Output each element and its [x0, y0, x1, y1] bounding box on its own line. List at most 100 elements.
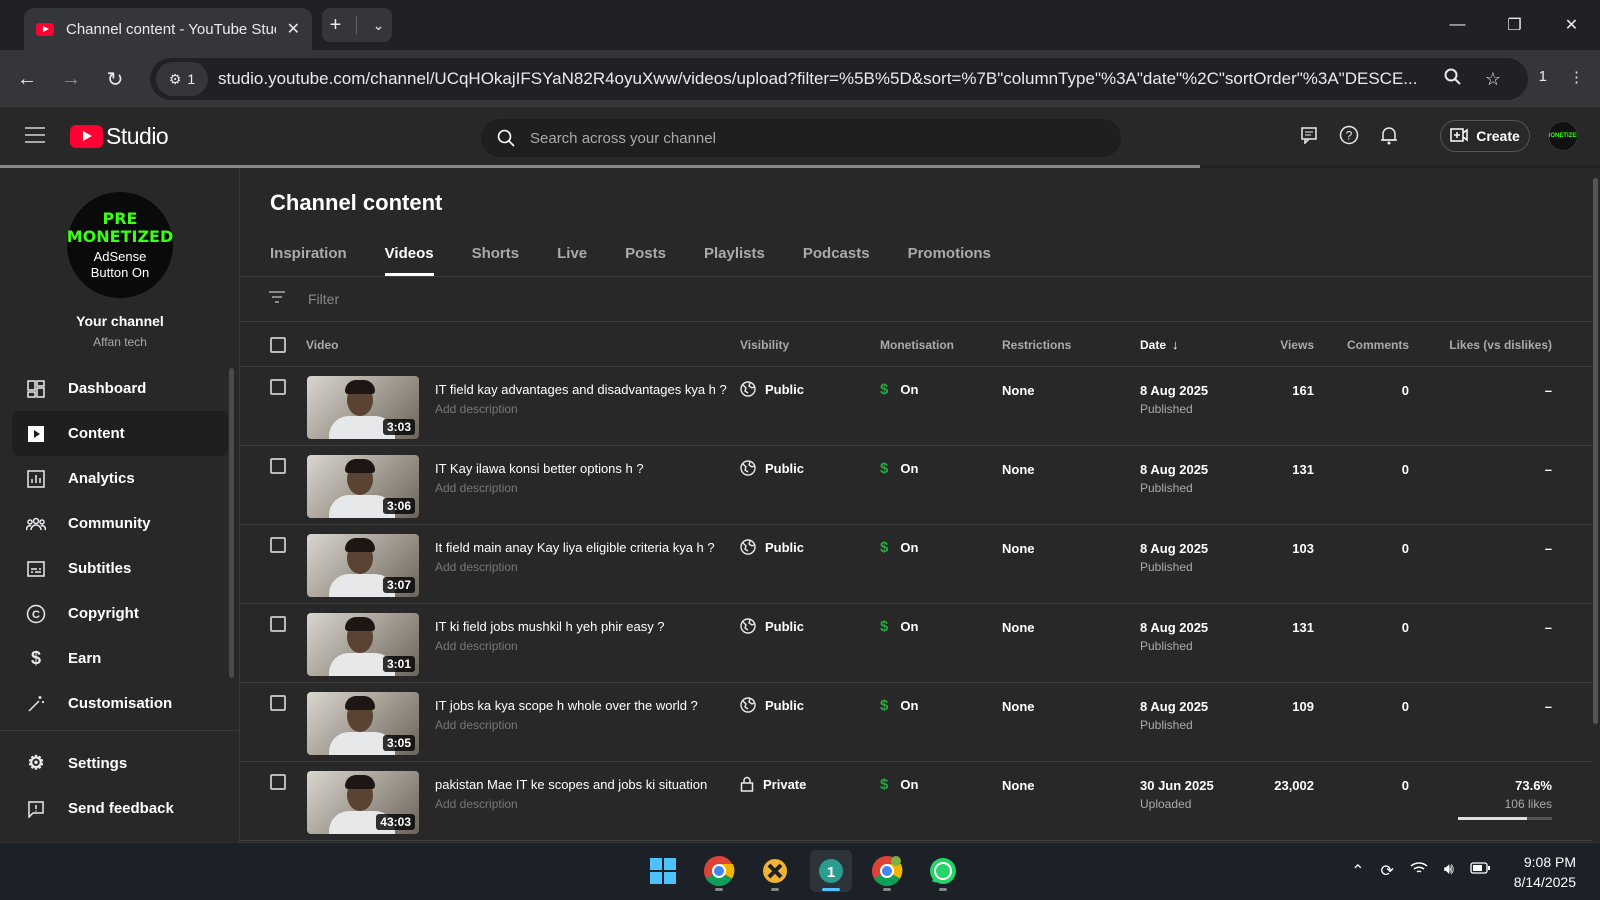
video-title[interactable]: IT ki field jobs mushkil h yeh phir easy…	[435, 619, 665, 634]
help-icon[interactable]: ?	[1338, 124, 1360, 146]
video-thumbnail[interactable]: 3:06	[307, 455, 419, 518]
channel-search[interactable]: Search across your channel	[481, 119, 1121, 157]
visibility-cell[interactable]: Public	[740, 381, 804, 397]
wifi-icon[interactable]	[1410, 861, 1428, 881]
video-description[interactable]: Add description	[435, 402, 518, 416]
monetisation-cell[interactable]: $ On	[880, 697, 918, 714]
sidebar-item-earn[interactable]: $ Earn	[12, 636, 228, 681]
video-description[interactable]: Add description	[435, 560, 518, 574]
row-checkbox[interactable]	[270, 695, 286, 711]
account-avatar[interactable]: MONETIZED	[1548, 121, 1578, 151]
sidebar-item-analytics[interactable]: Analytics	[12, 456, 228, 501]
zoom-icon[interactable]	[1433, 68, 1473, 91]
reload-icon[interactable]: ↻	[100, 64, 130, 94]
sync-icon[interactable]: ⟳	[1381, 861, 1394, 881]
sidebar-item-settings[interactable]: ⚙ Settings	[12, 741, 228, 786]
forward-icon[interactable]: →	[56, 64, 86, 94]
hamburger-menu-icon[interactable]	[25, 127, 45, 143]
row-checkbox[interactable]	[270, 537, 286, 553]
sidebar-item-subtitles[interactable]: Subtitles	[12, 546, 228, 591]
table-row[interactable]: 3:03 IT field kay advantages and disadvan…	[240, 367, 1592, 446]
table-row[interactable]: 43:03 pakistan Mae IT ke scopes and jobs …	[240, 762, 1592, 841]
chrome-profile-icon[interactable]	[866, 850, 908, 892]
channel-avatar[interactable]: PRE MONETIZED AdSense Button On	[67, 192, 173, 298]
visibility-cell[interactable]: Public	[740, 618, 804, 634]
video-thumbnail[interactable]: 3:07	[307, 534, 419, 597]
row-checkbox[interactable]	[270, 379, 286, 395]
table-row[interactable]: 3:01 IT ki field jobs mushkil h yeh phir …	[240, 604, 1592, 683]
row-checkbox[interactable]	[270, 458, 286, 474]
video-description[interactable]: Add description	[435, 639, 518, 653]
sidebar-item-content[interactable]: Content	[12, 411, 228, 456]
tab-close-icon[interactable]: ✕	[287, 19, 300, 39]
visibility-cell[interactable]: Public	[740, 460, 804, 476]
minimize-icon[interactable]: —	[1429, 0, 1486, 50]
sidebar-item-send-feedback[interactable]: Send feedback	[12, 786, 228, 831]
notifications-bell-icon[interactable]	[1378, 124, 1400, 146]
feedback-comment-icon[interactable]	[1298, 124, 1320, 146]
tab-videos[interactable]: Videos	[384, 230, 434, 276]
video-title[interactable]: IT Kay ilawa konsi better options h ?	[435, 461, 644, 476]
table-row[interactable]: 3:05 IT jobs ka kya scope h whole over th…	[240, 683, 1592, 762]
app-active-icon[interactable]: 1	[810, 850, 852, 892]
row-checkbox[interactable]	[270, 616, 286, 632]
main-scrollbar[interactable]	[1592, 168, 1600, 842]
monetisation-cell[interactable]: $ On	[880, 381, 918, 398]
tab-inspiration[interactable]: Inspiration	[270, 230, 347, 276]
video-title[interactable]: IT jobs ka kya scope h whole over the wo…	[435, 698, 698, 713]
sidebar-scrollbar[interactable]	[229, 368, 234, 678]
video-description[interactable]: Add description	[435, 718, 518, 732]
site-info-button[interactable]: ⚙ 1	[156, 62, 208, 96]
monetisation-cell[interactable]: $ On	[880, 776, 918, 793]
video-thumbnail[interactable]: 3:01	[307, 613, 419, 676]
whatsapp-icon[interactable]	[922, 850, 964, 892]
browser-menu-icon[interactable]: ⋮	[1569, 68, 1584, 86]
taskbar-clock[interactable]: 9:08 PM 8/14/2025	[1514, 852, 1576, 892]
profile-count[interactable]: 1	[1539, 68, 1547, 86]
create-button[interactable]: Create	[1440, 120, 1530, 152]
browser-tab[interactable]: Channel content - YouTube Studio ✕	[24, 8, 312, 50]
tab-podcasts[interactable]: Podcasts	[803, 230, 870, 276]
video-thumbnail[interactable]: 3:03	[307, 376, 419, 439]
table-row[interactable]: 3:07 It field main anay Kay liya eligible…	[240, 525, 1592, 604]
monetisation-cell[interactable]: $ On	[880, 618, 918, 635]
new-tab-icon[interactable]: +	[330, 14, 342, 37]
visibility-cell[interactable]: Private	[740, 776, 806, 792]
tab-search-chevron-icon[interactable]: ⌄	[373, 17, 385, 34]
studio-logo[interactable]: Studio	[70, 123, 169, 150]
tab-promotions[interactable]: Promotions	[908, 230, 991, 276]
address-bar[interactable]: ⚙ 1 studio.youtube.com/channel/UCqHOkajI…	[150, 58, 1528, 100]
col-date-sort[interactable]: Date ↓	[1140, 337, 1179, 352]
visibility-cell[interactable]: Public	[740, 697, 804, 713]
video-thumbnail[interactable]: 3:05	[307, 692, 419, 755]
sidebar-item-copyright[interactable]: C Copyright	[12, 591, 228, 636]
table-row[interactable]: 3:06 IT Kay ilawa konsi better options h …	[240, 446, 1592, 525]
monetisation-cell[interactable]: $ On	[880, 460, 918, 477]
video-title[interactable]: It field main anay Kay liya eligible cri…	[435, 540, 715, 555]
battery-icon[interactable]	[1470, 861, 1490, 881]
sidebar-item-customisation[interactable]: Customisation	[12, 681, 228, 726]
show-hidden-icons-chevron-icon[interactable]: ⌃	[1351, 861, 1364, 881]
filter-icon[interactable]	[268, 290, 286, 309]
tab-posts[interactable]: Posts	[625, 230, 666, 276]
back-icon[interactable]: ←	[12, 64, 42, 94]
filter-bar[interactable]: Filter	[240, 277, 1592, 322]
video-title[interactable]: pakistan Mae IT ke scopes and jobs ki si…	[435, 777, 707, 792]
video-description[interactable]: Add description	[435, 797, 518, 811]
tab-playlists[interactable]: Playlists	[704, 230, 765, 276]
select-all-checkbox[interactable]	[270, 336, 286, 353]
video-description[interactable]: Add description	[435, 481, 518, 495]
restore-icon[interactable]: ❐	[1486, 0, 1543, 50]
url-text[interactable]: studio.youtube.com/channel/UCqHOkajIFSYa…	[218, 69, 1433, 89]
tab-shorts[interactable]: Shorts	[472, 230, 520, 276]
window-close-icon[interactable]: ✕	[1543, 0, 1600, 50]
monetisation-cell[interactable]: $ On	[880, 539, 918, 556]
app-x-icon[interactable]	[754, 850, 796, 892]
row-checkbox[interactable]	[270, 774, 286, 790]
bookmark-star-icon[interactable]: ☆	[1473, 69, 1513, 90]
chrome-icon[interactable]	[698, 850, 740, 892]
sidebar-item-dashboard[interactable]: Dashboard	[12, 366, 228, 411]
sidebar-item-community[interactable]: Community	[12, 501, 228, 546]
video-thumbnail[interactable]: 43:03	[307, 771, 419, 834]
tab-live[interactable]: Live	[557, 230, 587, 276]
